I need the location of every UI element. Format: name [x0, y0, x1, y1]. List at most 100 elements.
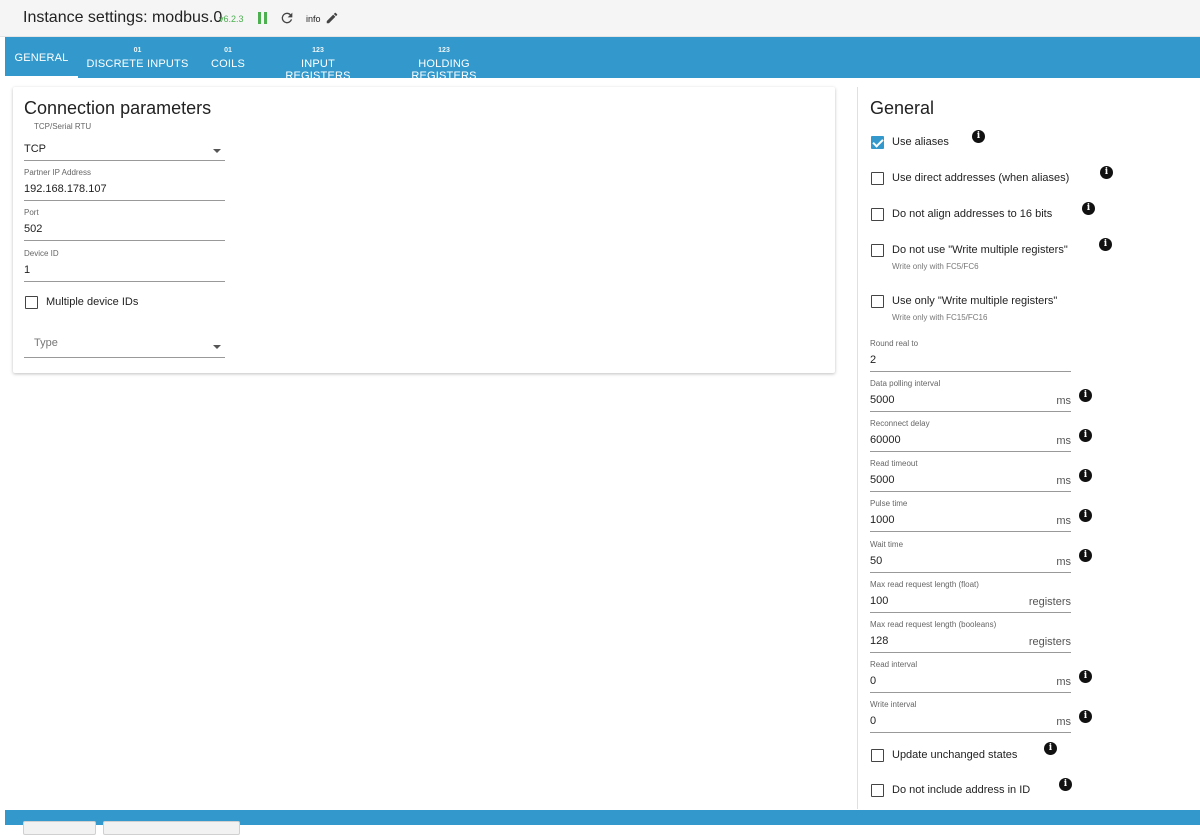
wait-time-input[interactable]: 50 ms [870, 552, 1071, 573]
round-real-label: Round real to [870, 339, 919, 348]
round-real-underline [870, 371, 1071, 372]
ip-label: Partner IP Address [24, 168, 91, 177]
no-write-multiple-label: Do not use "Write multiple registers" [892, 244, 1068, 256]
pulse-time-input[interactable]: 1000 ms [870, 511, 1071, 532]
info-icon[interactable]: i [1059, 778, 1072, 791]
tab-coils[interactable]: 01 COILS [203, 37, 253, 78]
max-bool-input[interactable]: 128 registers [870, 632, 1071, 653]
wait-time-label: Wait time [870, 540, 904, 549]
read-interval-label: Read interval [870, 660, 918, 669]
port-underline [24, 240, 225, 241]
chevron-down-icon [213, 345, 221, 349]
pulse-time-unit: ms [1056, 515, 1071, 527]
tab-label: HOLDING REGISTERS [411, 58, 477, 82]
general-title: General [870, 98, 935, 118]
mode-underline [24, 160, 225, 161]
info-icon[interactable]: i [972, 130, 985, 143]
direct-addresses-checkbox[interactable] [871, 172, 884, 185]
ip-input[interactable]: 192.168.178.107 [24, 180, 225, 201]
reconnect-label: Reconnect delay [870, 419, 930, 428]
info-icon[interactable]: i [1082, 202, 1095, 215]
port-input[interactable]: 502 [24, 220, 225, 241]
pulse-time-value: 1000 [870, 514, 895, 526]
reconnect-underline [870, 451, 1071, 452]
connection-title: Connection parameters [24, 98, 212, 118]
save-and-close-button[interactable] [103, 821, 240, 835]
info-icon[interactable]: i [1079, 509, 1092, 522]
binary-icon: 01 [133, 47, 142, 54]
write-interval-value: 0 [870, 715, 877, 727]
type-underline [24, 357, 225, 358]
no-write-multiple-hint: Write only with FC5/FC6 [892, 262, 979, 271]
max-float-unit: registers [1028, 596, 1071, 608]
wait-time-unit: ms [1056, 556, 1071, 568]
wait-time-value: 50 [870, 555, 883, 567]
round-real-input[interactable]: 2 [870, 351, 1071, 372]
only-write-multiple-checkbox[interactable] [871, 295, 884, 308]
save-button[interactable] [23, 821, 96, 835]
only-write-multiple-hint: Write only with FC15/FC16 [892, 313, 988, 322]
info-icon[interactable]: i [1044, 742, 1057, 755]
tab-label: COILS [210, 58, 245, 70]
read-interval-input[interactable]: 0 ms [870, 672, 1071, 693]
refresh-icon[interactable] [279, 10, 295, 26]
device-id-underline [24, 281, 225, 282]
read-timeout-input[interactable]: 5000 ms [870, 471, 1071, 492]
info-icon[interactable]: i [1079, 389, 1092, 402]
info-icon[interactable]: i [1079, 670, 1092, 683]
info-icon[interactable]: i [1079, 710, 1092, 723]
instance-title: Instance settings: modbus.0 [23, 9, 223, 26]
device-id-input[interactable]: 1 [24, 261, 225, 282]
write-interval-underline [870, 732, 1071, 733]
reconnect-input[interactable]: 60000 ms [870, 431, 1071, 452]
mode-value: TCP [24, 143, 46, 155]
pulse-time-underline [870, 531, 1071, 532]
pencil-icon[interactable] [325, 11, 339, 25]
write-interval-input[interactable]: 0 ms [870, 712, 1071, 733]
info-icon[interactable]: i [1079, 469, 1092, 482]
info-icon[interactable]: i [1100, 166, 1113, 179]
device-id-label: Device ID [24, 249, 59, 258]
pause-icon[interactable] [258, 12, 268, 24]
info-icon[interactable]: i [1079, 549, 1092, 562]
tab-general[interactable]: GENERAL [5, 37, 78, 78]
device-id-value: 1 [24, 264, 31, 276]
read-interval-underline [870, 692, 1071, 693]
ip-underline [24, 200, 225, 201]
version-badge: v6.2.3 [219, 14, 244, 24]
polling-value: 5000 [870, 394, 895, 406]
multiple-device-ids-checkbox[interactable] [25, 296, 38, 309]
general-panel: General Use aliases i Use direct address… [857, 87, 1200, 809]
mode-select[interactable]: TCP [24, 139, 225, 161]
info-icon[interactable]: i [1079, 429, 1092, 442]
no-address-in-id-checkbox[interactable] [871, 784, 884, 797]
no-align-checkbox[interactable] [871, 208, 884, 221]
max-bool-label: Max read request length (booleans) [870, 620, 997, 629]
max-bool-underline [870, 652, 1071, 653]
polling-input[interactable]: 5000 ms [870, 391, 1071, 412]
polling-underline [870, 411, 1071, 412]
tab-label: DISCRETE INPUTS [86, 58, 189, 70]
tab-discrete-inputs[interactable]: 01 DISCRETE INPUTS [85, 37, 190, 78]
info-icon[interactable]: i [1099, 238, 1112, 251]
max-bool-value: 128 [870, 635, 889, 647]
wait-time-underline [870, 572, 1071, 573]
tab-label: INPUT REGISTERS [285, 58, 351, 82]
read-interval-unit: ms [1056, 676, 1071, 688]
tab-holding-registers[interactable]: 123 HOLDING REGISTERS [385, 37, 503, 82]
title-bar: Instance settings: modbus.0 v6.2.3 info [0, 0, 1200, 37]
type-placeholder: Type [34, 337, 58, 349]
read-timeout-unit: ms [1056, 475, 1071, 487]
reconnect-value: 60000 [870, 434, 901, 446]
update-unchanged-checkbox[interactable] [871, 749, 884, 762]
tab-input-registers[interactable]: 123 INPUT REGISTERS [267, 37, 369, 82]
read-timeout-label: Read timeout [870, 459, 918, 468]
type-select[interactable]: Type [24, 333, 225, 358]
use-aliases-checkbox[interactable] [871, 136, 884, 149]
max-float-input[interactable]: 100 registers [870, 592, 1071, 613]
info-link[interactable]: info [306, 14, 321, 24]
no-write-multiple-checkbox[interactable] [871, 244, 884, 257]
mode-label: TCP/Serial RTU [34, 122, 92, 131]
chevron-down-icon [213, 149, 221, 153]
numeric-icon: 123 [438, 47, 450, 54]
